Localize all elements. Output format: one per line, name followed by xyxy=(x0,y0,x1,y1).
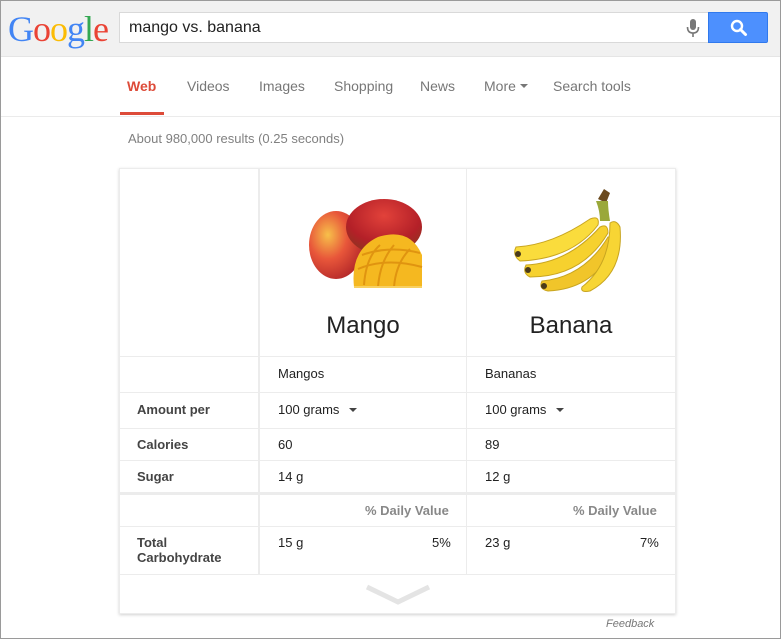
amount-dropdown-mango[interactable]: 100 grams xyxy=(278,402,358,417)
daily-value-header: % Daily Value xyxy=(573,503,657,518)
tab-web[interactable]: Web xyxy=(127,78,156,94)
carb-dv-mango: 5% xyxy=(432,535,451,550)
search-button[interactable] xyxy=(708,12,768,43)
comparison-card: Mango Banana Mangos Bananas Amount per 1… xyxy=(119,168,676,614)
carb-mango: 15 g xyxy=(278,535,304,550)
tab-news[interactable]: News xyxy=(420,78,455,94)
search-input[interactable] xyxy=(129,19,669,37)
tab-more-label: More xyxy=(484,78,516,94)
tab-shopping[interactable]: Shopping xyxy=(334,78,393,94)
daily-value-header: % Daily Value xyxy=(365,503,449,518)
row-divider xyxy=(120,428,675,429)
logo-letter: g xyxy=(67,9,85,49)
mango-image[interactable] xyxy=(306,195,424,290)
chevron-down-icon xyxy=(349,407,358,412)
row-divider xyxy=(120,526,675,527)
column-divider xyxy=(258,169,260,574)
expand-chevron-icon[interactable] xyxy=(365,583,431,605)
calories-banana: 89 xyxy=(485,437,500,452)
carb-dv-banana: 7% xyxy=(640,535,659,550)
amount-dropdown-banana[interactable]: 100 grams xyxy=(485,402,565,417)
label-carb-line1: Total xyxy=(137,535,168,550)
variety-mango: Mangos xyxy=(278,366,325,381)
sugar-mango: 14 g xyxy=(278,469,304,484)
search-tabs: Web Videos Images Shopping News More Sea… xyxy=(1,57,780,117)
logo-letter: l xyxy=(84,9,94,49)
active-tab-indicator xyxy=(120,112,164,115)
label-amount: Amount per xyxy=(137,402,210,417)
tab-more[interactable]: More xyxy=(484,78,528,94)
google-logo[interactable]: Google xyxy=(8,9,109,49)
carb-banana: 23 g xyxy=(485,535,511,550)
logo-letter: o xyxy=(33,9,51,49)
amount-value: 100 grams xyxy=(278,402,340,417)
label-carb-line2: Carbohydrate xyxy=(137,550,222,565)
column-divider xyxy=(466,169,467,574)
row-divider xyxy=(120,574,675,575)
chevron-down-icon xyxy=(556,407,565,412)
tab-search-tools[interactable]: Search tools xyxy=(553,78,631,94)
tab-images[interactable]: Images xyxy=(259,78,305,94)
search-icon xyxy=(730,19,747,36)
result-stats: About 980,000 results (0.25 seconds) xyxy=(128,131,345,146)
microphone-icon[interactable] xyxy=(685,18,701,38)
chevron-down-icon xyxy=(519,84,528,89)
row-divider xyxy=(120,356,675,357)
sugar-banana: 12 g xyxy=(485,469,511,484)
label-calories: Calories xyxy=(137,437,189,452)
logo-letter: o xyxy=(50,9,68,49)
logo-letter: G xyxy=(8,9,34,49)
search-box xyxy=(119,12,709,43)
tab-videos[interactable]: Videos xyxy=(187,78,230,94)
fruit-name-mango[interactable]: Mango xyxy=(260,312,466,340)
feedback-link[interactable]: Feedback xyxy=(606,618,654,630)
row-divider xyxy=(120,392,675,393)
variety-banana: Bananas xyxy=(485,366,537,381)
fruit-name-banana[interactable]: Banana xyxy=(468,312,674,340)
logo-letter: e xyxy=(93,9,109,49)
banana-image[interactable] xyxy=(512,185,630,293)
section-divider xyxy=(120,492,675,495)
header: Google xyxy=(1,1,780,57)
row-divider xyxy=(120,460,675,461)
label-sugar: Sugar xyxy=(137,469,174,484)
calories-mango: 60 xyxy=(278,437,293,452)
amount-value: 100 grams xyxy=(485,402,547,417)
